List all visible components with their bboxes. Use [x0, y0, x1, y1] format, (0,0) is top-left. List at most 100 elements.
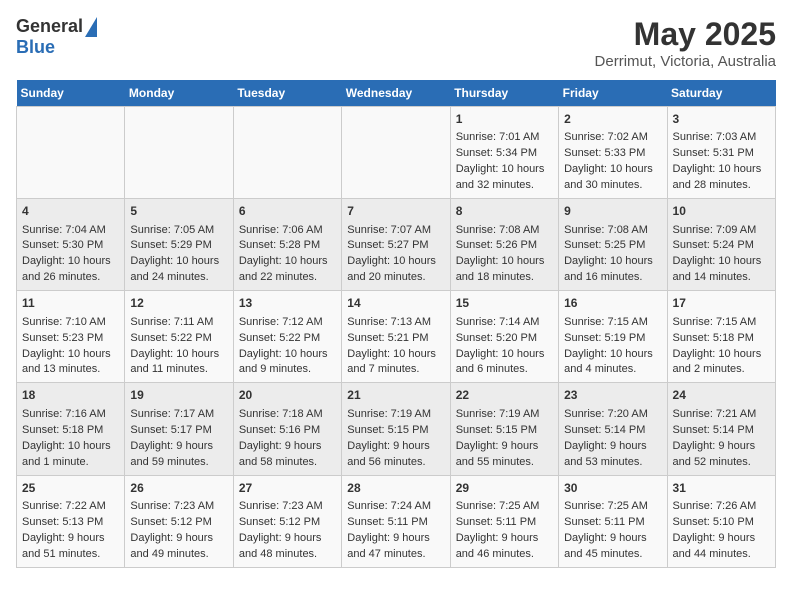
day-info: and 11 minutes.	[130, 362, 227, 378]
day-info: Sunset: 5:29 PM	[130, 238, 227, 254]
calendar-cell: 26Sunrise: 7:23 AMSunset: 5:12 PMDayligh…	[125, 475, 233, 567]
calendar-cell	[233, 107, 341, 199]
day-info: Daylight: 10 hours	[22, 254, 119, 270]
day-info: Daylight: 10 hours	[130, 254, 227, 270]
day-info: and 32 minutes.	[456, 178, 553, 194]
day-number: 10	[673, 203, 770, 220]
calendar-day-header: Sunday	[17, 80, 125, 107]
day-info: Sunrise: 7:08 AM	[456, 223, 553, 239]
day-number: 22	[456, 387, 553, 404]
day-info: Daylight: 10 hours	[456, 347, 553, 363]
day-info: Daylight: 10 hours	[239, 347, 336, 363]
day-info: Sunset: 5:11 PM	[347, 515, 444, 531]
day-number: 29	[456, 480, 553, 497]
calendar-cell: 20Sunrise: 7:18 AMSunset: 5:16 PMDayligh…	[233, 383, 341, 475]
day-info: and 51 minutes.	[22, 547, 119, 563]
day-info: and 9 minutes.	[239, 362, 336, 378]
day-info: Sunrise: 7:14 AM	[456, 315, 553, 331]
calendar-header-row: SundayMondayTuesdayWednesdayThursdayFrid…	[17, 80, 776, 107]
day-info: Sunset: 5:21 PM	[347, 331, 444, 347]
day-info: Sunset: 5:11 PM	[456, 515, 553, 531]
day-number: 12	[130, 295, 227, 312]
day-info: and 6 minutes.	[456, 362, 553, 378]
calendar-cell: 4Sunrise: 7:04 AMSunset: 5:30 PMDaylight…	[17, 199, 125, 291]
day-info: Sunset: 5:34 PM	[456, 146, 553, 162]
calendar-cell: 2Sunrise: 7:02 AMSunset: 5:33 PMDaylight…	[559, 107, 667, 199]
calendar-cell	[342, 107, 450, 199]
day-info: Sunrise: 7:24 AM	[347, 499, 444, 515]
calendar-cell: 16Sunrise: 7:15 AMSunset: 5:19 PMDayligh…	[559, 291, 667, 383]
logo-triangle-icon	[85, 17, 97, 37]
day-info: Sunrise: 7:22 AM	[22, 499, 119, 515]
calendar-cell: 3Sunrise: 7:03 AMSunset: 5:31 PMDaylight…	[667, 107, 775, 199]
day-info: Sunset: 5:15 PM	[347, 423, 444, 439]
day-info: Sunset: 5:16 PM	[239, 423, 336, 439]
day-info: and 18 minutes.	[456, 270, 553, 286]
calendar-day-header: Saturday	[667, 80, 775, 107]
day-number: 19	[130, 387, 227, 404]
day-info: Daylight: 9 hours	[564, 439, 661, 455]
day-info: and 20 minutes.	[347, 270, 444, 286]
day-info: Sunrise: 7:09 AM	[673, 223, 770, 239]
day-info: Daylight: 9 hours	[347, 439, 444, 455]
day-number: 3	[673, 111, 770, 128]
day-info: and 24 minutes.	[130, 270, 227, 286]
day-info: Sunrise: 7:19 AM	[456, 407, 553, 423]
day-info: Daylight: 10 hours	[564, 162, 661, 178]
day-number: 7	[347, 203, 444, 220]
day-number: 23	[564, 387, 661, 404]
day-number: 17	[673, 295, 770, 312]
calendar-cell: 18Sunrise: 7:16 AMSunset: 5:18 PMDayligh…	[17, 383, 125, 475]
day-info: Daylight: 10 hours	[673, 162, 770, 178]
page-header: General Blue May 2025 Derrimut, Victoria…	[16, 16, 776, 70]
calendar-cell: 30Sunrise: 7:25 AMSunset: 5:11 PMDayligh…	[559, 475, 667, 567]
day-number: 5	[130, 203, 227, 220]
day-info: and 44 minutes.	[673, 547, 770, 563]
day-info: Daylight: 9 hours	[239, 439, 336, 455]
day-info: Sunrise: 7:12 AM	[239, 315, 336, 331]
calendar-cell: 23 Sunrise: 7:20 AMSunset: 5:14 PMDayligh…	[559, 383, 667, 475]
day-info: Sunrise: 7:25 AM	[564, 499, 661, 515]
logo-general: General	[16, 16, 83, 37]
day-info: and 59 minutes.	[130, 455, 227, 471]
calendar-cell: 10Sunrise: 7:09 AMSunset: 5:24 PMDayligh…	[667, 199, 775, 291]
day-info: Sunset: 5:18 PM	[22, 423, 119, 439]
calendar-cell: 28Sunrise: 7:24 AMSunset: 5:11 PMDayligh…	[342, 475, 450, 567]
day-info: Sunset: 5:14 PM	[564, 423, 661, 439]
day-info: Sunrise: 7:19 AM	[347, 407, 444, 423]
day-info: Sunrise: 7:20 AM	[564, 407, 661, 423]
calendar-cell: 9Sunrise: 7:08 AMSunset: 5:25 PMDaylight…	[559, 199, 667, 291]
page-title: May 2025	[595, 16, 776, 53]
day-info: Daylight: 10 hours	[564, 347, 661, 363]
calendar-cell: 6Sunrise: 7:06 AMSunset: 5:28 PMDaylight…	[233, 199, 341, 291]
day-info: Sunrise: 7:06 AM	[239, 223, 336, 239]
day-info: Sunrise: 7:25 AM	[456, 499, 553, 515]
day-info: Sunset: 5:12 PM	[239, 515, 336, 531]
day-info: Daylight: 9 hours	[130, 531, 227, 547]
day-info: Daylight: 10 hours	[564, 254, 661, 270]
day-number: 2	[564, 111, 661, 128]
calendar-cell: 8Sunrise: 7:08 AMSunset: 5:26 PMDaylight…	[450, 199, 558, 291]
day-info: Daylight: 9 hours	[347, 531, 444, 547]
page-subtitle: Derrimut, Victoria, Australia	[595, 53, 776, 70]
day-info: Daylight: 9 hours	[673, 439, 770, 455]
calendar-cell: 7Sunrise: 7:07 AMSunset: 5:27 PMDaylight…	[342, 199, 450, 291]
day-info: and 53 minutes.	[564, 455, 661, 471]
day-info: Sunrise: 7:01 AM	[456, 130, 553, 146]
day-info: Sunrise: 7:16 AM	[22, 407, 119, 423]
day-number: 26	[130, 480, 227, 497]
day-info: and 58 minutes.	[239, 455, 336, 471]
day-number: 11	[22, 295, 119, 312]
day-info: and 45 minutes.	[564, 547, 661, 563]
day-number: 27	[239, 480, 336, 497]
calendar-cell	[125, 107, 233, 199]
day-info: Daylight: 9 hours	[673, 531, 770, 547]
calendar-day-header: Monday	[125, 80, 233, 107]
calendar-cell: 22Sunrise: 7:19 AMSunset: 5:15 PMDayligh…	[450, 383, 558, 475]
day-info: Sunset: 5:17 PM	[130, 423, 227, 439]
day-number: 25	[22, 480, 119, 497]
day-info: Daylight: 10 hours	[347, 347, 444, 363]
day-info: Sunrise: 7:23 AM	[239, 499, 336, 515]
calendar-day-header: Thursday	[450, 80, 558, 107]
day-info: Sunset: 5:26 PM	[456, 238, 553, 254]
